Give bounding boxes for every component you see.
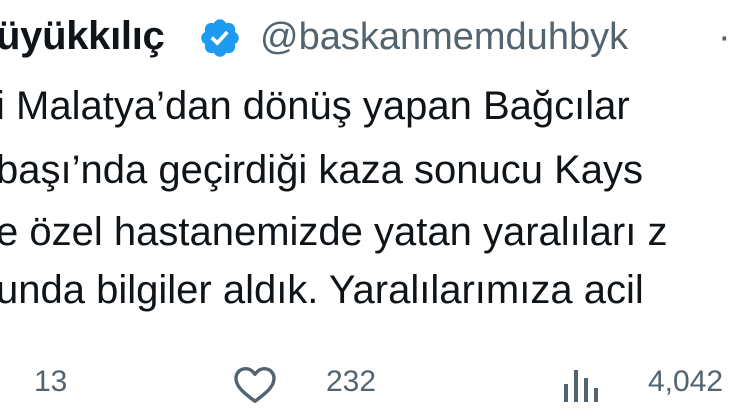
view-count: 4,042	[648, 365, 724, 398]
header-separator: ·	[718, 16, 731, 58]
reply-button[interactable]: 13	[0, 362, 120, 406]
analytics-bars-icon	[564, 370, 598, 402]
like-button[interactable]: 232	[228, 362, 408, 406]
tweet-text-line: unda bilgiler aldık. Yaralılarımıza acil	[0, 268, 644, 312]
verified-badge-icon	[201, 19, 239, 57]
tweet-text-line: i Malatya’dan dönüş yapan Bağcılar	[0, 84, 630, 128]
like-count: 232	[326, 365, 377, 398]
author-name[interactable]: üyükkılıç	[0, 12, 165, 60]
tweet-text-line: e özel hastanemizde yatan yaralıları z	[0, 210, 668, 254]
tweet-header: üyükkılıç @baskanmemduhbyk ·	[0, 0, 740, 72]
heart-icon	[234, 366, 276, 404]
reply-count: 13	[34, 365, 68, 398]
views-button[interactable]: 4,042	[556, 362, 740, 406]
author-handle[interactable]: @baskanmemduhbyk	[260, 14, 628, 60]
tweet-text-line: başı’nda geçirdiği kaza sonucu Kays	[0, 148, 644, 192]
